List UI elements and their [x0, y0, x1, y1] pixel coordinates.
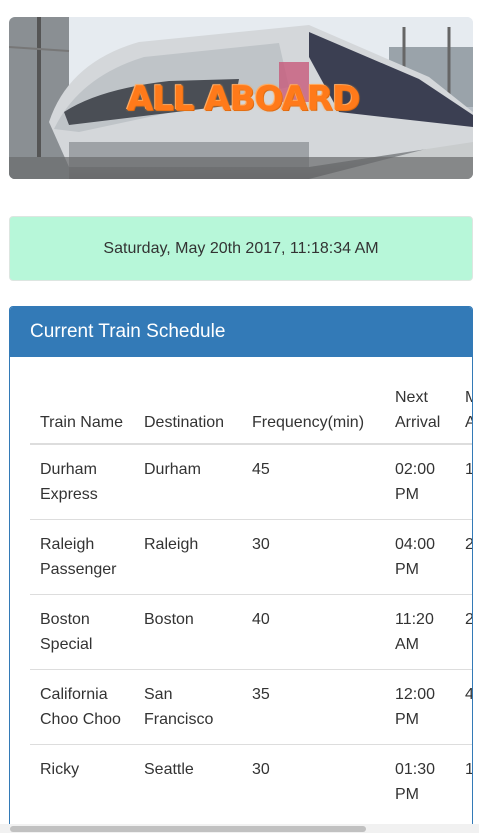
- cell-train-name: Ricky: [30, 744, 134, 819]
- cell-destination: Durham: [144, 461, 201, 478]
- cell-minutes-away: 42: [455, 669, 472, 745]
- cell-minutes-away: 162: [455, 444, 472, 520]
- datetime-text: Saturday, May 20th 2017, 11:18:34 AM: [103, 239, 379, 257]
- table-row: Durham Express Durham 45 02:00 PM 162: [30, 444, 472, 520]
- horizontal-scrollbar[interactable]: [0, 824, 479, 833]
- cell-destination: Raleigh: [134, 519, 242, 595]
- table-row: Raleigh Passenger Raleigh 30 04:00 PM 28…: [30, 519, 472, 595]
- cell-frequency: 45: [252, 461, 270, 478]
- cell-frequency: 30: [242, 519, 385, 595]
- cell-frequency: 30: [242, 744, 385, 819]
- cell-minutes-away: 2: [455, 594, 472, 670]
- cell-train-name: Durham Express: [40, 461, 98, 503]
- scrollbar-thumb[interactable]: [10, 826, 366, 832]
- cell-destination: Boston: [134, 594, 242, 670]
- cell-frequency: 35: [242, 669, 385, 745]
- col-header-destination: Destination: [134, 377, 242, 445]
- current-datetime: Saturday, May 20th 2017, 11:18:34 AM: [9, 216, 473, 281]
- app-title: ALL ABOARD: [126, 79, 360, 119]
- cell-destination: San Francisco: [134, 669, 242, 745]
- schedule-panel: Current Train Schedule Train Name Destin…: [9, 306, 473, 833]
- panel-title: Current Train Schedule: [30, 321, 226, 342]
- cell-next-arrival: 02:00 PM: [395, 461, 436, 503]
- cell-next-arrival: 01:30 PM: [385, 744, 455, 819]
- table-row: Ricky Seattle 30 01:30 PM 132: [30, 744, 472, 819]
- cell-train-name: Raleigh Passenger: [30, 519, 134, 595]
- cell-train-name: Boston Special: [30, 594, 134, 670]
- page: ALL ABOARD Saturday, May 20th 2017, 11:1…: [0, 0, 479, 833]
- cell-next-arrival: 12:00 PM: [385, 669, 455, 745]
- cell-minutes-away: 132: [455, 744, 472, 819]
- cell-next-arrival: 11:20 AM: [385, 594, 455, 670]
- col-header-train-name: Train Name: [30, 377, 134, 445]
- col-header-minutes-away: Minutes Away: [455, 377, 472, 445]
- panel-heading: Current Train Schedule: [10, 307, 472, 357]
- cell-frequency: 40: [242, 594, 385, 670]
- cell-minutes-away: 282: [455, 519, 472, 595]
- cell-train-name: California Choo Choo: [30, 669, 134, 745]
- cell-destination: Seattle: [134, 744, 242, 819]
- table-header-row: Train Name Destination Frequency(min) Ne…: [30, 377, 472, 445]
- cell-next-arrival: 04:00 PM: [385, 519, 455, 595]
- table-row: California Choo Choo San Francisco 35 12…: [30, 669, 472, 745]
- col-header-frequency: Frequency(min): [242, 377, 385, 445]
- table-row: Boston Special Boston 40 11:20 AM 2: [30, 594, 472, 670]
- table-scroll-area[interactable]: Train Name Destination Frequency(min) Ne…: [10, 357, 472, 833]
- hero-banner: ALL ABOARD: [9, 17, 473, 179]
- schedule-table: Train Name Destination Frequency(min) Ne…: [30, 377, 472, 819]
- col-header-next-arrival: Next Arrival: [385, 377, 455, 445]
